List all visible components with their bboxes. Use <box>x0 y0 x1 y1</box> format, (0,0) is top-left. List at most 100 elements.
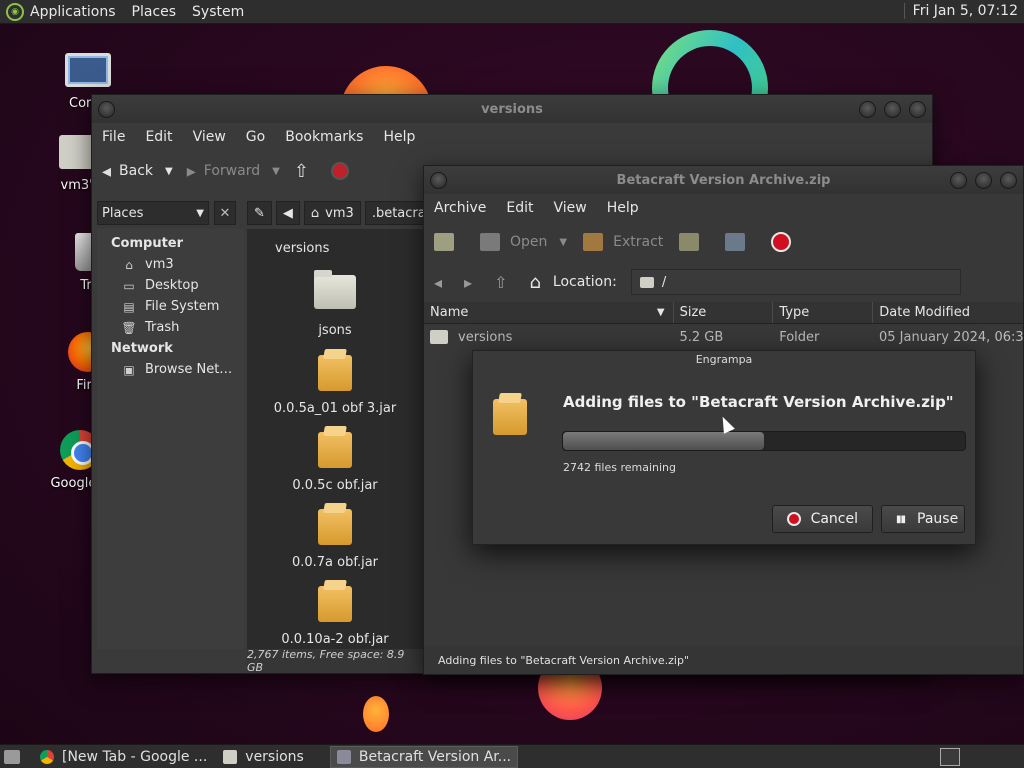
file-item[interactable]: 0.0.7a obf.jar <box>247 507 423 570</box>
chevron-down-icon[interactable]: ▼ <box>559 237 567 248</box>
sidebar-item-desktop[interactable]: ▭ Desktop <box>97 275 244 296</box>
sidebar-item-vm3[interactable]: ⌂ vm3 <box>97 254 244 275</box>
chrome-icon <box>40 749 54 764</box>
folder-icon <box>430 330 448 344</box>
file-item[interactable]: 0.0.10a-2 obf.jar <box>247 584 423 647</box>
file-name: jsons <box>318 323 352 338</box>
sidebar-item-filesystem[interactable]: ▤ File System <box>97 296 244 317</box>
remaining-text: 2742 files remaining <box>563 461 677 474</box>
file-item[interactable]: 0.0.5c obf.jar <box>247 430 423 493</box>
progress-bar <box>562 431 966 451</box>
maximize-button[interactable] <box>884 101 901 118</box>
add-files-button[interactable] <box>679 233 709 251</box>
table-row[interactable]: versions 5.2 GB Folder 05 January 2024, … <box>424 324 1023 350</box>
close-button[interactable] <box>909 101 926 118</box>
top-panel: ◉ Applications Places System Fri Jan 5, … <box>0 0 1024 24</box>
taskbar-item-chrome[interactable]: [New Tab - Google ... <box>34 746 213 768</box>
file-view: versions jsons 0.0.5a_01 obf 3.jar 0.0.5… <box>247 229 423 649</box>
applications-menu[interactable]: Applications <box>30 4 116 20</box>
edit-path-button[interactable]: ✎ <box>247 201 272 225</box>
back-button[interactable]: ◂ Back ▼ <box>102 161 173 182</box>
close-button[interactable] <box>1000 172 1017 189</box>
path-segment-vm3[interactable]: ⌂ vm3 <box>303 201 361 225</box>
menu-archive[interactable]: Archive <box>434 200 486 216</box>
dialog-title: Engrampa <box>695 353 753 366</box>
menu-bookmarks[interactable]: Bookmarks <box>285 129 363 145</box>
show-desktop-icon[interactable] <box>4 749 20 764</box>
window-menu-button[interactable] <box>98 101 115 118</box>
column-name[interactable]: Name ▼ <box>424 302 674 323</box>
forward-button[interactable]: ▸ Forward ▼ <box>187 161 280 182</box>
minimize-button[interactable] <box>950 172 967 189</box>
titlebar[interactable]: versions <box>92 95 932 123</box>
add-files-icon <box>679 233 700 251</box>
new-archive-button[interactable] <box>434 233 464 251</box>
up-button[interactable]: ⇧ <box>294 161 317 182</box>
location-field[interactable]: / <box>630 269 961 295</box>
status-bar: Adding files to "Betacraft Version Archi… <box>424 646 1023 674</box>
desktop-icon: ▭ <box>123 278 135 293</box>
places-selector[interactable]: Places ▼ <box>97 201 209 225</box>
jar-file-icon <box>318 586 352 622</box>
menu-edit[interactable]: Edit <box>506 200 533 216</box>
column-type[interactable]: Type <box>773 302 874 323</box>
mate-logo-icon[interactable]: ◉ <box>6 2 24 21</box>
workspace-switcher[interactable] <box>940 748 960 766</box>
system-menu[interactable]: System <box>192 4 244 20</box>
stop-button[interactable] <box>771 232 792 252</box>
menu-view[interactable]: View <box>554 200 587 216</box>
file-item[interactable]: jsons <box>247 270 423 338</box>
add-folder-button[interactable] <box>725 233 755 251</box>
window-menu-button[interactable] <box>430 172 447 189</box>
jar-file-icon <box>318 509 352 545</box>
chevron-down-icon[interactable]: ▼ <box>165 166 173 177</box>
maximize-button[interactable] <box>975 172 992 189</box>
up-arrow-icon[interactable]: ⇧ <box>494 273 507 292</box>
menu-edit[interactable]: Edit <box>145 129 172 145</box>
stop-button[interactable] <box>330 162 349 180</box>
sidebar-item-trash[interactable]: 🗑 Trash <box>97 317 244 338</box>
file-name: 0.0.10a-2 obf.jar <box>281 632 389 647</box>
column-date[interactable]: Date Modified <box>873 302 1023 323</box>
archive-icon <box>493 399 527 435</box>
folder-title: versions <box>275 241 330 256</box>
sidebar-item-browse-network[interactable]: ▣ Browse Net… <box>97 359 244 380</box>
titlebar[interactable]: Betacraft Version Archive.zip <box>424 166 1023 194</box>
menu-go[interactable]: Go <box>246 129 265 145</box>
clock[interactable]: Fri Jan 5, 07:12 <box>903 3 1018 19</box>
computer-icon <box>65 53 111 87</box>
status-bar: 2,767 items, Free space: 8.9 GB <box>247 648 423 673</box>
file-item[interactable]: 0.0.5a_01 obf 3.jar <box>247 353 423 416</box>
menu-help[interactable]: Help <box>607 200 639 216</box>
back-arrow-icon[interactable]: ◂ <box>434 273 442 292</box>
menu-view[interactable]: View <box>193 129 226 145</box>
taskbar-item-versions[interactable]: versions <box>217 746 310 768</box>
drive-icon: ▤ <box>123 299 135 314</box>
chevron-left-icon: ◀ <box>282 205 293 221</box>
chevron-down-icon[interactable]: ▼ <box>272 166 280 177</box>
progress-fill <box>563 432 764 450</box>
column-size[interactable]: Size <box>674 302 774 323</box>
menu-file[interactable]: File <box>102 129 125 145</box>
minimize-button[interactable] <box>859 101 876 118</box>
places-sidebar: Computer ⌂ vm3 ▭ Desktop ▤ File System 🗑… <box>97 229 244 649</box>
home-icon[interactable]: ⌂ <box>529 272 540 293</box>
file-name: 0.0.7a obf.jar <box>291 555 379 570</box>
dialog-heading: Adding files to "Betacraft Version Archi… <box>563 393 954 411</box>
open-button[interactable]: Open ▼ <box>480 233 567 251</box>
close-sidebar-button[interactable]: ✕ <box>214 201 236 225</box>
cancel-button[interactable]: Cancel <box>771 505 873 533</box>
pause-button[interactable]: ▮▮ Pause <box>881 505 965 533</box>
chevron-down-icon: ▼ <box>196 207 204 219</box>
window-title: versions <box>481 101 543 117</box>
jar-file-icon <box>318 432 352 468</box>
taskbar-item-archive[interactable]: Betacraft Version Ar... <box>329 745 519 768</box>
menu-help[interactable]: Help <box>383 129 415 145</box>
forward-arrow-icon[interactable]: ▸ <box>464 273 472 292</box>
extract-button[interactable]: Extract <box>583 233 663 251</box>
places-menu[interactable]: Places <box>132 4 177 20</box>
taskbar: [New Tab - Google ... versions Betacraft… <box>0 744 1024 768</box>
menubar: File Edit View Go Bookmarks Help <box>92 123 932 151</box>
location-label: Location: <box>552 274 617 290</box>
path-left-button[interactable]: ◀ <box>275 201 300 225</box>
